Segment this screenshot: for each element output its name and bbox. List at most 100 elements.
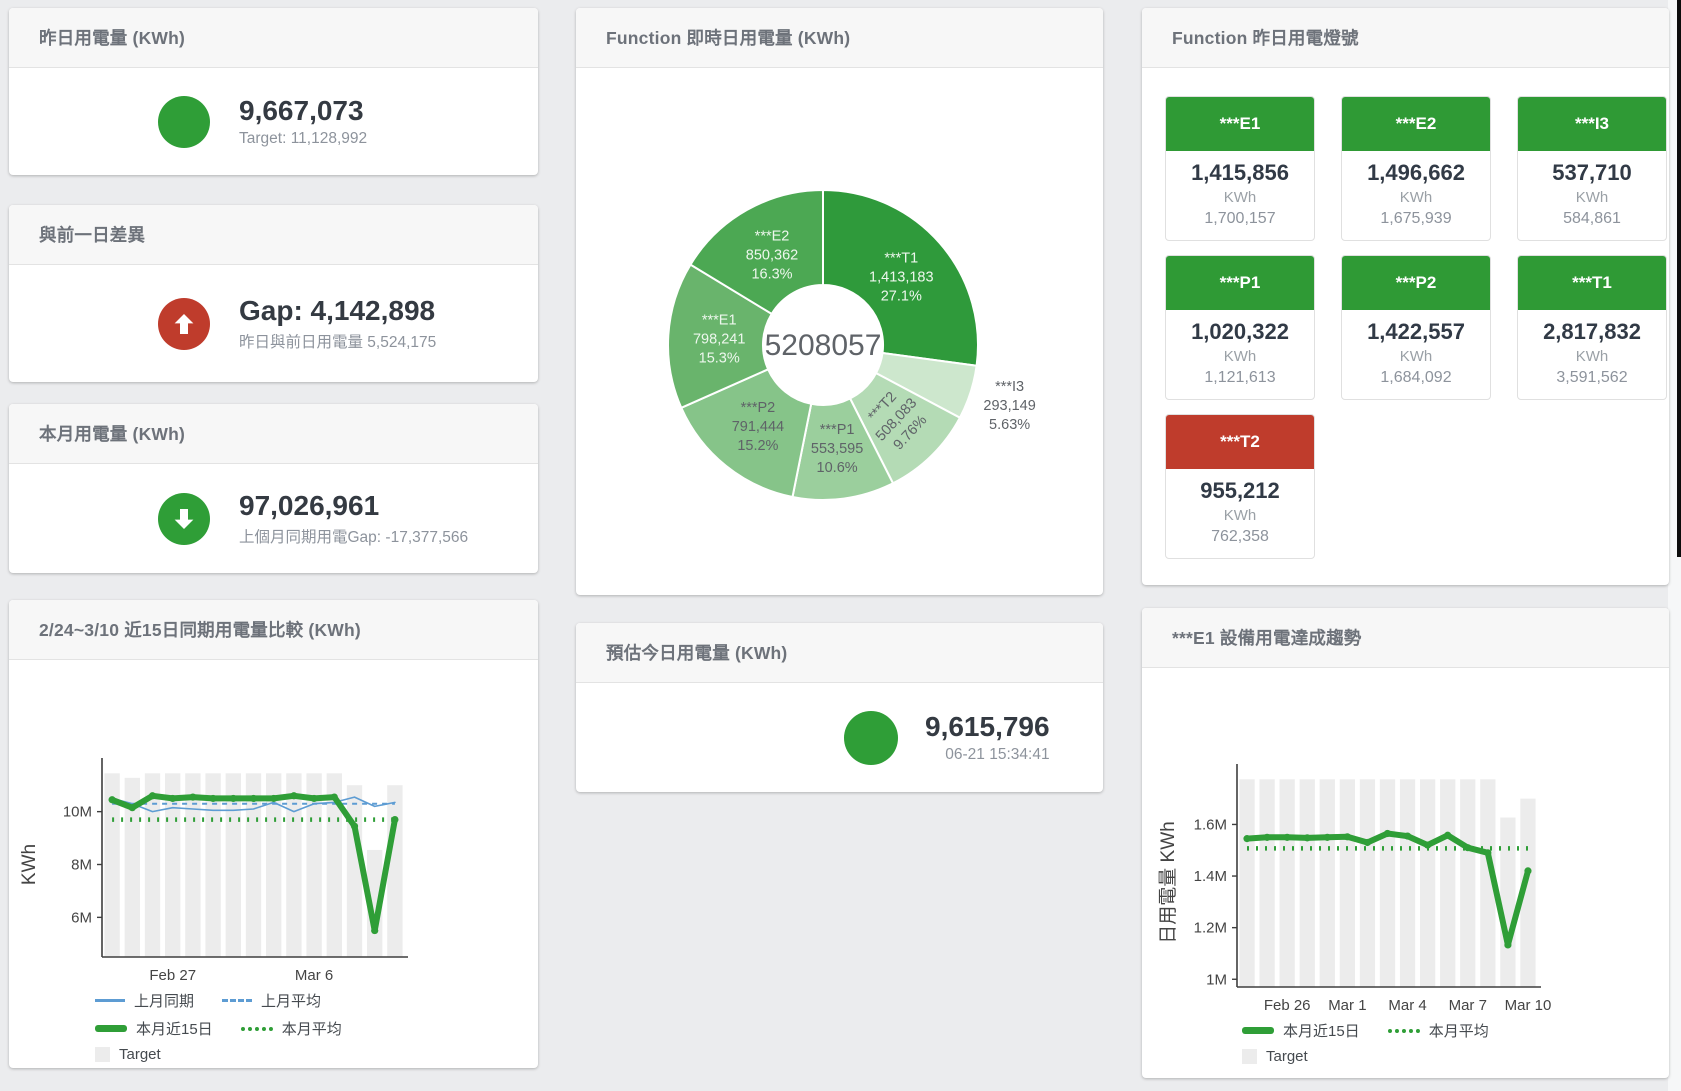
series-marker (109, 796, 116, 803)
tile-value: 537,710 (1518, 160, 1666, 186)
legend-row: 上月同期 上月平均 (95, 990, 370, 1011)
tile-target: 3,591,562 (1518, 369, 1666, 387)
stat-timestamp: 06-21 15:34:41 (925, 746, 1050, 764)
legend-label: 本月近15日 (136, 1018, 213, 1039)
tile-value: 1,496,662 (1342, 160, 1490, 186)
light-tile-i3[interactable]: ***I3 537,710 KWh 584,861 (1517, 96, 1667, 241)
card-title: 預估今日用電量 (KWh) (606, 640, 787, 665)
target-bar (1500, 817, 1515, 987)
window-edge-scrollbar[interactable] (1677, 0, 1681, 557)
series-marker (1304, 834, 1311, 841)
card-header: 昨日用電量 (KWh) (9, 8, 538, 68)
legend-label: 本月平均 (282, 1018, 342, 1039)
tile-value: 1,020,322 (1166, 319, 1314, 345)
y-tick-label: 1.6M (1194, 816, 1227, 833)
series-marker (270, 795, 277, 802)
tile-value: 955,212 (1166, 478, 1314, 504)
light-tile-e1[interactable]: ***E1 1,415,856 KWh 1,700,157 (1165, 96, 1315, 241)
y-tick-label: 6M (71, 909, 92, 926)
legend-item[interactable]: 本月近15日 (1242, 1020, 1360, 1041)
series-marker (1243, 835, 1250, 842)
card-title: ***E1 設備用電達成趨勢 (1172, 625, 1362, 650)
tile-unit: KWh (1166, 189, 1314, 206)
legend-row: Target (1242, 1048, 1517, 1065)
legend-swatch-square-icon (95, 1047, 110, 1062)
trend-line-chart: 1M1.2M1.4M1.6MFeb 26Mar 1Mar 4Mar 7Mar 1… (1142, 668, 1669, 1078)
light-tile-e2[interactable]: ***E2 1,496,662 KWh 1,675,939 (1341, 96, 1491, 241)
card-realtime-donut: Function 即時日用電量 (KWh) ***T11,413,18327.1… (576, 8, 1103, 595)
stat-value: 9,615,796 (925, 711, 1050, 743)
tile-target: 762,358 (1166, 528, 1314, 546)
series-marker (189, 794, 196, 801)
x-tick-label: Mar 10 (1505, 997, 1552, 1014)
y-tick-label: 1.4M (1194, 868, 1227, 885)
tile-status-header: ***E1 (1166, 97, 1314, 151)
legend-row: Target (95, 1046, 370, 1063)
tile-unit: KWh (1342, 348, 1490, 365)
stat-row: 9,667,073 Target: 11,128,992 (9, 68, 538, 175)
arrow-up-circle-icon (158, 298, 210, 350)
target-bar (286, 773, 301, 957)
target-bar (1340, 779, 1355, 987)
donut-center-total: 5208057 (765, 329, 882, 362)
tile-target: 1,684,092 (1342, 369, 1490, 387)
legend-item[interactable]: Target (95, 1046, 161, 1063)
tile-status-header: ***T2 (1166, 415, 1314, 469)
chart-legend: 上月同期 上月平均本月近15日 本月平均 Target (95, 990, 370, 1063)
card-yesterday-lights: Function 昨日用電燈號 ***E1 1,415,856 KWh 1,70… (1142, 8, 1669, 585)
chart-legend: 本月近15日 本月平均 Target (1242, 1020, 1517, 1065)
arrow-down-circle-icon (158, 493, 210, 545)
stat-row: Gap: 4,142,898 昨日與前日用電量 5,524,175 (9, 265, 538, 382)
legend-item[interactable]: 本月平均 (241, 1018, 342, 1039)
series-marker (1344, 833, 1351, 840)
series-marker (169, 795, 176, 802)
card-title: Function 即時日用電量 (KWh) (606, 25, 850, 50)
series-marker (1524, 867, 1531, 874)
target-bar (1300, 779, 1315, 987)
series-marker (230, 795, 237, 802)
legend-swatch-dots-icon (241, 1027, 273, 1031)
y-tick-label: 10M (63, 804, 92, 821)
status-circle-icon (158, 96, 210, 148)
card-yesterday-usage: 昨日用電量 (KWh) 9,667,073 Target: 11,128,992 (9, 8, 538, 175)
tile-unit: KWh (1166, 507, 1314, 524)
series-marker (1364, 839, 1371, 846)
target-bar (347, 785, 362, 957)
stat-subtitle: 昨日與前日用電量 5,524,175 (239, 330, 436, 352)
card-title: 2/24~3/10 近15日同期用電量比較 (KWh) (39, 617, 361, 642)
status-circle-icon (844, 711, 898, 765)
card-header: 預估今日用電量 (KWh) (576, 623, 1103, 683)
series-marker (1464, 844, 1471, 851)
legend-item[interactable]: 上月同期 (95, 990, 194, 1011)
tile-unit: KWh (1518, 348, 1666, 365)
donut-slice-label: ***I3293,1495.63% (983, 379, 1035, 433)
stat-value: 9,667,073 (239, 95, 367, 127)
legend-item[interactable]: 本月近15日 (95, 1018, 213, 1039)
light-tile-t1[interactable]: ***T1 2,817,832 KWh 3,591,562 (1517, 255, 1667, 400)
stat-text: Gap: 4,142,898 昨日與前日用電量 5,524,175 (239, 295, 436, 352)
legend-swatch-thick-icon (1242, 1027, 1274, 1034)
tile-status-header: ***P2 (1342, 256, 1490, 310)
donut-chart: ***T11,413,18327.1%***I3293,1495.63%***T… (576, 68, 1103, 595)
legend-item[interactable]: Target (1242, 1048, 1308, 1065)
card-compare-chart: 2/24~3/10 近15日同期用電量比較 (KWh) 6M8M10MFeb 2… (9, 600, 538, 1068)
light-tile-p2[interactable]: ***P2 1,422,557 KWh 1,684,092 (1341, 255, 1491, 400)
legend-swatch-dots-icon (1388, 1029, 1420, 1033)
target-bar (1420, 779, 1435, 987)
legend-label: 本月平均 (1429, 1020, 1489, 1041)
stat-text: 9,667,073 Target: 11,128,992 (239, 95, 367, 148)
legend-item[interactable]: 本月平均 (1388, 1020, 1489, 1041)
legend-label: 上月同期 (134, 990, 194, 1011)
y-axis-label: KWh (19, 844, 40, 885)
tile-status-header: ***E2 (1342, 97, 1490, 151)
stat-value: 97,026,961 (239, 490, 468, 522)
card-title: 昨日用電量 (KWh) (39, 25, 185, 50)
x-tick-label: Mar 7 (1449, 997, 1487, 1014)
light-tile-p1[interactable]: ***P1 1,020,322 KWh 1,121,613 (1165, 255, 1315, 400)
legend-item[interactable]: 上月平均 (222, 990, 321, 1011)
card-header: 2/24~3/10 近15日同期用電量比較 (KWh) (9, 600, 538, 660)
legend-label: 本月近15日 (1283, 1020, 1360, 1041)
light-tile-t2[interactable]: ***T2 955,212 KWh 762,358 (1165, 414, 1315, 559)
x-tick-label: Mar 1 (1328, 997, 1366, 1014)
legend-row: 本月近15日 本月平均 (1242, 1020, 1517, 1041)
